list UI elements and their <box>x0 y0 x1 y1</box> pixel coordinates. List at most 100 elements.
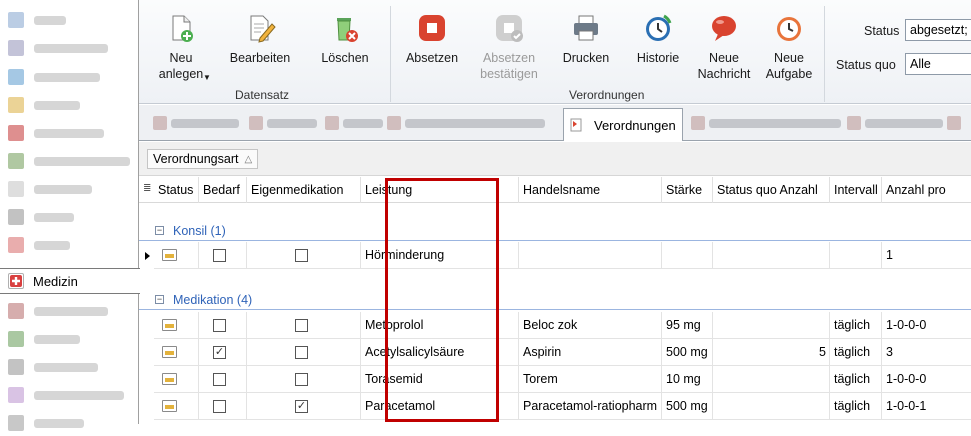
status-quo-select[interactable]: Alle <box>905 53 971 75</box>
cell-staerke: 500 mg <box>662 393 713 420</box>
sidebar-item-blurred[interactable] <box>0 35 139 61</box>
new-record-button[interactable]: Neu anlegen ▼ <box>149 12 213 82</box>
tab-blurred[interactable] <box>947 116 961 130</box>
confirm-discontinue-button[interactable]: Absetzen bestätigen <box>472 12 546 82</box>
sidebar-item-blurred[interactable] <box>0 382 139 408</box>
eigenmedikation-checkbox[interactable] <box>295 249 308 262</box>
sidebar-item-blurred[interactable] <box>0 64 139 90</box>
ribbon-separator <box>824 6 825 102</box>
column-header-eigenmedikation[interactable]: Eigenmedikation <box>247 177 361 203</box>
blurred-icon <box>8 181 24 197</box>
blurred-icon <box>8 69 24 85</box>
sidebar-item-blurred[interactable] <box>0 176 139 202</box>
column-chooser-icon[interactable]: ≣ <box>143 183 151 194</box>
bedarf-checkbox[interactable] <box>213 373 226 386</box>
sidebar-item-blurred[interactable] <box>0 7 139 33</box>
collapse-icon[interactable]: − <box>155 295 164 304</box>
cell-eigenmedikation[interactable]: ✓ <box>247 393 361 420</box>
eigenmedikation-checkbox[interactable]: ✓ <box>295 400 308 413</box>
sidebar-item-blurred[interactable] <box>0 148 139 174</box>
column-header-status-quo-anzahl[interactable]: Status quo Anzahl <box>713 177 830 203</box>
cell-status[interactable] <box>154 393 199 420</box>
status-folder-icon <box>162 249 177 261</box>
history-label: Historie <box>636 51 680 65</box>
sidebar-item-blurred[interactable] <box>0 232 139 258</box>
discontinue-button[interactable]: Absetzen <box>397 12 467 66</box>
sidebar-item-blurred[interactable] <box>0 298 139 324</box>
sidebar-item-blurred[interactable] <box>0 410 139 436</box>
printer-icon <box>570 12 602 44</box>
bedarf-checkbox[interactable] <box>213 319 226 332</box>
cell-bedarf[interactable]: ✓ <box>199 339 247 366</box>
new-message-button[interactable]: Neue Nachricht <box>692 12 756 82</box>
sidebar-item-blurred[interactable] <box>0 354 139 380</box>
cell-status[interactable] <box>154 242 199 269</box>
tab-verordnungen[interactable]: Verordnungen <box>563 108 683 141</box>
group-row[interactable]: − Konsil (1) <box>139 221 971 241</box>
tab-blurred[interactable] <box>847 116 943 130</box>
cell-status[interactable] <box>154 339 199 366</box>
column-header-status[interactable]: Status <box>154 177 199 203</box>
tab-blurred[interactable] <box>325 116 383 130</box>
cell-eigenmedikation[interactable] <box>247 312 361 339</box>
print-label: Drucken <box>562 51 610 65</box>
cell-staerke: 10 mg <box>662 366 713 393</box>
edit-label: Bearbeiten <box>229 51 291 65</box>
group-by-chip[interactable]: Verordnungsart △ <box>147 149 259 169</box>
cell-eigenmedikation[interactable] <box>247 242 361 269</box>
cell-bedarf[interactable] <box>199 393 247 420</box>
dropdown-arrow-icon[interactable]: ▼ <box>203 70 211 86</box>
eigenmedikation-checkbox[interactable] <box>295 373 308 386</box>
sidebar-item-medizin[interactable]: Medizin <box>0 268 140 294</box>
eigenmedikation-checkbox[interactable] <box>295 319 308 332</box>
history-button[interactable]: Historie <box>628 12 688 66</box>
tab-blurred[interactable] <box>691 116 841 130</box>
sort-ascending-icon: △ <box>244 153 253 165</box>
sidebar-item-blurred[interactable] <box>0 326 139 352</box>
cell-status[interactable] <box>154 312 199 339</box>
blurred-icon <box>8 125 24 141</box>
cell-anzahl-pro: 1-0-0-0 <box>882 366 971 393</box>
status-select[interactable]: abgesetzt; <box>905 19 971 41</box>
eigenmedikation-highlight-box <box>385 178 499 422</box>
blurred-icon <box>8 153 24 169</box>
edit-button[interactable]: Bearbeiten <box>225 12 295 66</box>
delete-button[interactable]: Löschen <box>314 12 376 66</box>
column-header-bedarf[interactable]: Bedarf <box>199 177 247 203</box>
column-header-anzahl-pro[interactable]: Anzahl pro <box>882 177 971 203</box>
sidebar-item-blurred[interactable] <box>0 92 139 118</box>
cell-status[interactable] <box>154 366 199 393</box>
column-header-staerke[interactable]: Stärke <box>662 177 713 203</box>
group-row[interactable]: − Medikation (4) <box>139 290 971 310</box>
table-row[interactable]: ✓ Paracetamol Paracetamol-ratiopharm 500 mg… <box>154 393 971 420</box>
eigenmedikation-checkbox[interactable] <box>295 346 308 359</box>
cell-bedarf[interactable] <box>199 312 247 339</box>
table-row[interactable]: Metoprolol Beloc zok 95 mg täglich 1-0-0-0 <box>154 312 971 339</box>
print-button[interactable]: Drucken <box>555 12 617 66</box>
cell-anzahl-pro: 1 <box>882 242 971 269</box>
grid-header: Status Bedarf Eigenmedikation Leistung Hande… <box>139 177 971 203</box>
bedarf-checkbox[interactable] <box>213 400 226 413</box>
new-task-button[interactable]: Neue Aufgabe <box>760 12 818 82</box>
table-row[interactable]: ✓ Acetylsalicylsäure Aspirin 500 mg 5 täglich… <box>154 339 971 366</box>
cell-eigenmedikation[interactable] <box>247 339 361 366</box>
cell-eigenmedikation[interactable] <box>247 366 361 393</box>
table-row[interactable]: Hörminderung 1 <box>154 242 971 269</box>
sidebar-item-blurred[interactable] <box>0 120 139 146</box>
tab-blurred[interactable] <box>249 116 317 130</box>
new-document-icon <box>165 12 197 44</box>
collapse-icon[interactable]: − <box>155 226 164 235</box>
column-header-handelsname[interactable]: Handelsname <box>519 177 662 203</box>
tab-blurred[interactable] <box>153 116 239 130</box>
bedarf-checkbox[interactable] <box>213 249 226 262</box>
stop-icon <box>416 12 448 44</box>
cell-bedarf[interactable] <box>199 366 247 393</box>
bedarf-checkbox[interactable]: ✓ <box>213 346 226 359</box>
column-header-intervall[interactable]: Intervall <box>830 177 882 203</box>
sidebar-item-blurred[interactable] <box>0 204 139 230</box>
table-row[interactable]: Torasemid Torem 10 mg täglich 1-0-0-0 <box>154 366 971 393</box>
status-folder-icon <box>162 346 177 358</box>
blurred-icon <box>847 116 861 130</box>
tab-blurred[interactable] <box>387 116 545 130</box>
cell-bedarf[interactable] <box>199 242 247 269</box>
